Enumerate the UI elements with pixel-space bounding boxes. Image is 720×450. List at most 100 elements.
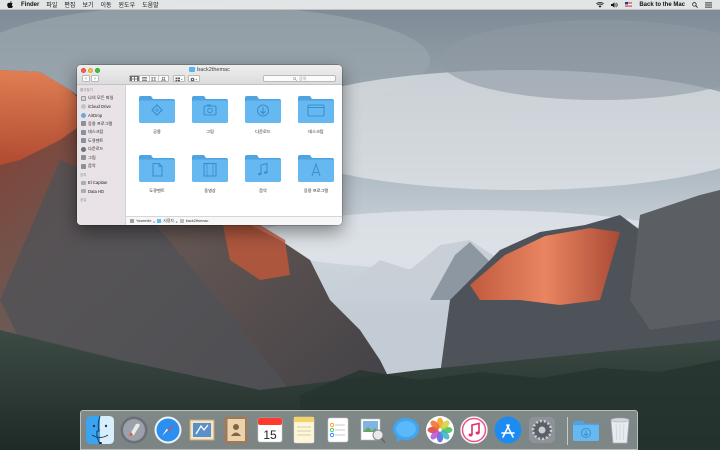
sidebar-item-pictures[interactable]: 그림 <box>81 155 96 161</box>
folder-icon <box>157 219 162 223</box>
action-button[interactable] <box>188 75 200 82</box>
folder-label: 동영상 <box>204 188 216 193</box>
menu-window[interactable]: 윈도우 <box>119 0 136 9</box>
pictures-folder-icon <box>192 96 228 123</box>
finder-toolbar: back2themac ‹ › 검색 <box>77 65 342 85</box>
disk-icon <box>81 189 86 193</box>
folder-documents[interactable]: 도큐멘트 <box>131 153 181 209</box>
view-mode-control[interactable] <box>129 75 169 82</box>
arrange-button[interactable] <box>173 75 185 82</box>
dock-item-notes[interactable] <box>289 415 319 445</box>
airdrop-icon <box>81 112 86 118</box>
list-view-icon <box>141 76 147 81</box>
system-preferences-icon <box>529 417 555 443</box>
dock: 15 <box>80 410 638 450</box>
folder-label: 공용 <box>153 129 161 134</box>
apple-menu-icon[interactable] <box>5 1 15 8</box>
dock-item-reminders[interactable] <box>323 415 353 445</box>
sidebar-item-documents[interactable]: 도큐멘트 <box>81 138 103 144</box>
gear-icon <box>190 77 198 82</box>
back-button[interactable]: ‹ <box>82 75 90 82</box>
folder-pictures[interactable]: 그림 <box>184 94 234 150</box>
dock-item-messages[interactable] <box>391 415 421 445</box>
finder-icon <box>86 415 114 445</box>
running-indicator <box>98 442 102 444</box>
folder-label: 다운로드 <box>255 129 271 134</box>
menu-edit[interactable]: 편집 <box>64 0 75 9</box>
dock-item-finder[interactable] <box>85 415 115 445</box>
path-item[interactable]: back2themac <box>186 219 209 223</box>
flag-icon[interactable] <box>625 2 633 7</box>
icloud-icon <box>81 104 86 109</box>
dock-item-launchpad[interactable] <box>119 415 149 445</box>
dock-item-system-preferences[interactable] <box>527 415 557 445</box>
search-icon <box>292 76 297 81</box>
sidebar-item-data-hd[interactable]: Data HD <box>81 188 104 194</box>
sidebar-item-el-capitan[interactable]: El Capitan <box>81 180 107 186</box>
downloads-icon <box>81 146 86 152</box>
folder-label: 응용 프로그램 <box>303 188 329 193</box>
sidebar-header-devices: 장치 <box>80 173 87 177</box>
sidebar-item-airdrop[interactable]: AirDrop <box>81 112 102 118</box>
contacts-icon <box>225 417 247 443</box>
sidebar-item-label: 도큐멘트 <box>88 137 104 143</box>
chevron-right-icon: › <box>94 76 96 82</box>
dock-divider <box>567 417 568 445</box>
menu-help[interactable]: 도움말 <box>142 0 159 9</box>
documents-icon <box>81 138 86 143</box>
dock-item-preview[interactable] <box>357 415 387 445</box>
window-title: back2themac <box>197 67 230 73</box>
desktop-icon <box>81 129 86 135</box>
dock-item-trash[interactable] <box>605 415 635 445</box>
forward-button[interactable]: › <box>91 75 99 82</box>
app-store-icon <box>494 416 522 444</box>
wifi-icon[interactable] <box>596 1 605 8</box>
user-name[interactable]: Back to the Mac <box>639 2 685 8</box>
folder-music[interactable]: 음악 <box>237 153 287 209</box>
dock-item-mail[interactable] <box>187 415 217 445</box>
list-icon[interactable] <box>705 2 712 8</box>
speaker-icon[interactable] <box>611 1 618 8</box>
folder-desktop[interactable]: 데스크탑 <box>290 94 340 150</box>
finder-window[interactable]: back2themac ‹ › 검색 즐겨찾기 나의 모든 파일 iCloud … <box>77 65 342 225</box>
sidebar-item-downloads[interactable]: 다운로드 <box>81 146 103 152</box>
sidebar-item-desktop[interactable]: 데스크탑 <box>81 129 103 135</box>
cover-flow-button[interactable] <box>159 76 168 81</box>
dock-item-itunes[interactable] <box>459 415 489 445</box>
path-item[interactable]: 사용자 <box>163 219 173 224</box>
chevron-left-icon: ‹ <box>85 76 87 82</box>
folder-movies[interactable]: 동영상 <box>184 153 234 209</box>
sidebar-item-all-files[interactable]: 나의 모든 파일 <box>81 95 113 101</box>
search-placeholder: 검색 <box>298 75 307 81</box>
folder-downloads[interactable]: 다운로드 <box>237 94 287 150</box>
notes-icon <box>293 416 315 444</box>
photos-icon <box>426 416 454 444</box>
dock-item-calendar[interactable]: 15 <box>255 415 285 445</box>
menu-view[interactable]: 보기 <box>82 0 93 9</box>
path-item[interactable]: Yosemite <box>136 219 151 223</box>
dock-item-safari[interactable] <box>153 415 183 445</box>
column-view-button[interactable] <box>150 76 160 81</box>
icon-view-button[interactable] <box>130 76 140 81</box>
dock-item-photos[interactable] <box>425 415 455 445</box>
itunes-icon <box>460 416 488 444</box>
folder-public[interactable]: 공용 <box>131 94 181 150</box>
menu-go[interactable]: 이동 <box>100 0 111 9</box>
home-icon <box>179 219 184 223</box>
folder-applications[interactable]: 응용 프로그램 <box>290 153 340 209</box>
sidebar-item-icloud-drive[interactable]: iCloud Drive <box>81 104 111 110</box>
sidebar-item-applications[interactable]: 응용 프로그램 <box>81 121 112 127</box>
disk-icon <box>81 180 86 185</box>
dock-item-downloads-stack[interactable] <box>571 415 601 445</box>
menu-file[interactable]: 파일 <box>46 0 57 9</box>
search-input[interactable]: 검색 <box>263 75 336 82</box>
dock-item-app-store[interactable] <box>493 415 523 445</box>
sidebar-item-label: 나의 모든 파일 <box>88 95 114 100</box>
calendar-day: 15 <box>263 428 277 442</box>
column-view-icon <box>151 76 157 81</box>
sidebar-item-music[interactable]: 음악 <box>81 163 96 169</box>
spotlight-icon[interactable] <box>692 1 698 8</box>
dock-item-contacts[interactable] <box>221 415 251 445</box>
menu-app-name[interactable]: Finder <box>21 2 39 8</box>
list-view-button[interactable] <box>140 76 150 81</box>
